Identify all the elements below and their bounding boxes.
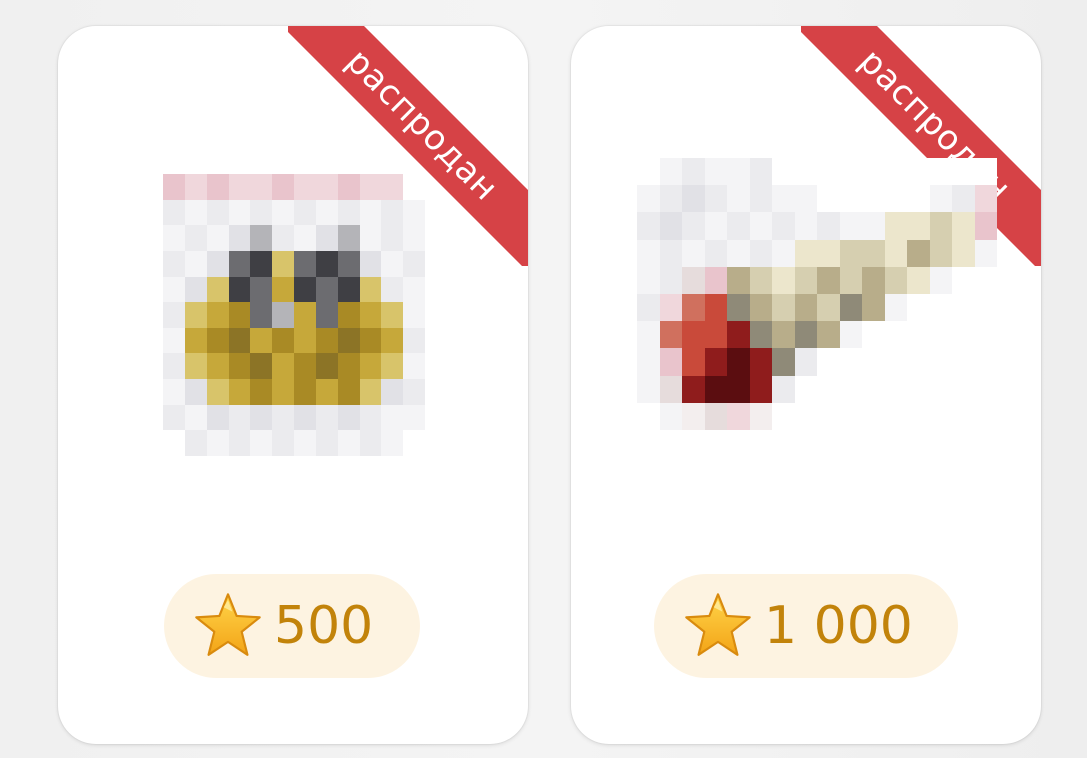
price-value: 500 (274, 596, 374, 656)
product-image (163, 174, 425, 456)
price-value: 1 000 (764, 596, 913, 656)
star-icon (685, 593, 751, 656)
product-card[interactable]: распродан 1 000 (571, 26, 1041, 744)
price-badge: 1 000 (654, 574, 958, 678)
product-image (637, 158, 997, 430)
product-card[interactable]: распродан 500 (58, 26, 528, 744)
price-badge: 500 (164, 574, 420, 678)
gift-shop-grid: распродан 500 распродан 1 000 (0, 0, 1087, 758)
star-icon (195, 593, 261, 656)
